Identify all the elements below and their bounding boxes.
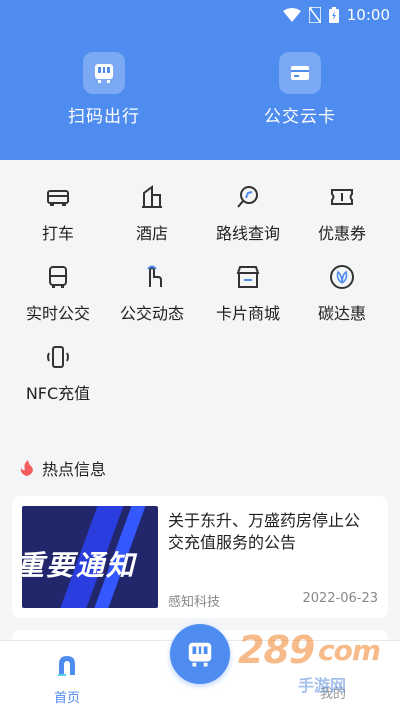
cloud-card-button[interactable]: 公交云卡 xyxy=(240,52,360,127)
car-icon xyxy=(43,182,73,212)
service-label: 实时公交 xyxy=(25,304,90,323)
service-coupon[interactable]: 优惠券 xyxy=(292,182,392,244)
news-card[interactable]: 重要通知 关于东升、万盛药房停止公交充值服务的公告 感知科技 2022-06-2… xyxy=(12,496,388,618)
watermark-suffix: com xyxy=(318,634,381,667)
home-icon xyxy=(58,656,75,676)
service-route-search[interactable]: 路线查询 xyxy=(198,182,298,244)
service-card-store[interactable]: 卡片商城 xyxy=(198,262,298,324)
service-label: 酒店 xyxy=(135,224,168,243)
no-sim-icon xyxy=(308,7,321,23)
coupon-icon xyxy=(327,182,357,212)
route-search-icon xyxy=(233,182,263,212)
news-thumbnail: 重要通知 xyxy=(22,506,158,608)
nfc-phone-icon xyxy=(43,342,73,372)
news-date: 2022-06-23 xyxy=(302,591,378,606)
watermark-sub: 手游网 xyxy=(298,676,347,695)
hot-news-label: 热点信息 xyxy=(42,460,107,479)
wifi-icon xyxy=(282,8,301,22)
service-label: 卡片商城 xyxy=(215,304,280,323)
cloud-card-label: 公交云卡 xyxy=(264,107,336,127)
service-label: 路线查询 xyxy=(215,224,280,243)
building-icon xyxy=(137,182,167,212)
service-label: 碳达惠 xyxy=(317,304,366,323)
scan-ride-button[interactable]: 扫码出行 xyxy=(44,52,164,127)
service-label: NFC充值 xyxy=(25,384,91,403)
watermark-text: 289 xyxy=(238,628,315,672)
service-realtime-bus[interactable]: 实时公交 xyxy=(8,262,108,324)
hot-news-title: 热点信息 xyxy=(18,456,106,480)
bus-icon xyxy=(43,262,73,292)
flame-icon xyxy=(20,460,33,476)
bus-qr-icon xyxy=(83,52,125,94)
battery-charging-icon xyxy=(328,7,339,23)
service-nfc-recharge[interactable]: NFC充值 xyxy=(8,342,108,404)
bus-qr-icon xyxy=(188,642,212,667)
tap-hand-icon xyxy=(137,262,167,292)
status-time: 10:00 xyxy=(346,6,390,24)
service-label: 优惠券 xyxy=(317,224,366,243)
news-title: 关于东升、万盛药房停止公交充值服务的公告 xyxy=(168,511,361,552)
service-bus-news[interactable]: 公交动态 xyxy=(102,262,202,324)
service-label: 公交动态 xyxy=(119,304,184,323)
status-bar: 10:00 xyxy=(282,4,390,26)
tab-home-label: 首页 xyxy=(53,691,80,706)
service-hotel[interactable]: 酒店 xyxy=(102,182,202,244)
news-source: 感知科技 xyxy=(168,595,221,610)
service-taxi[interactable]: 打车 xyxy=(8,182,108,244)
store-icon xyxy=(233,262,263,292)
leaf-icon xyxy=(327,262,357,292)
watermark-logo: 289 com 手游网 xyxy=(228,628,398,702)
news-thumbnail-text: 重要通知 xyxy=(22,549,137,582)
header-banner: 10:00 扫码出行 公交云卡 xyxy=(0,0,400,160)
tab-home[interactable]: 首页 xyxy=(32,653,102,706)
service-label: 打车 xyxy=(41,224,74,243)
card-icon xyxy=(279,52,321,94)
service-carbon[interactable]: 碳达惠 xyxy=(292,262,392,324)
scan-ride-label: 扫码出行 xyxy=(68,107,140,127)
scan-fab-button[interactable] xyxy=(170,624,230,684)
